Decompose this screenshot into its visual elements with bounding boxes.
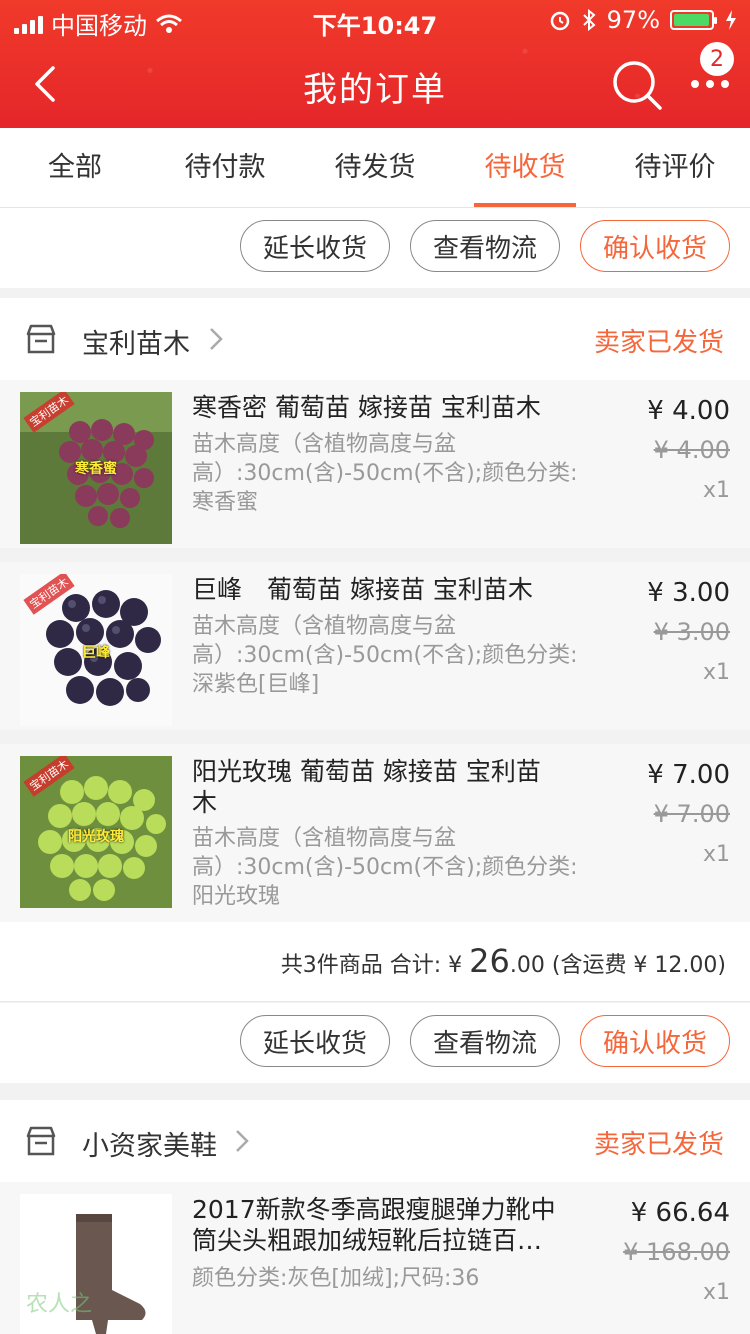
product-image: 农人之 [20,1194,172,1334]
summary-total-dec: .00 [509,953,545,978]
charging-icon [726,10,736,30]
order-summary: 共3件商品 合计: ¥ 26.00 (含运费 ¥ 12.00) [0,922,750,1002]
order-total: 共3件商品 合计: ¥ 26.00 (含运费 ¥ 12.00) [281,942,726,980]
order-status: 卖家已发货 [593,1130,724,1160]
store-icon [26,1126,56,1156]
alarm-icon [550,11,569,31]
product-original-price: ¥ 168.00 [623,1238,730,1266]
shop-header[interactable]: 小资家美鞋 卖家已发货 [0,1100,750,1182]
product-price: ¥ 4.00 [647,396,730,426]
view-logistics-button[interactable]: 查看物流 [410,220,560,272]
nav-bar: 我的订单 [0,40,750,128]
product-image: 宝利苗木 阳光玫瑰 [20,756,172,908]
order-tabs: 全部 待付款 待发货 待收货 待评价 [0,128,750,208]
search-button[interactable] [610,56,666,112]
back-button[interactable] [20,54,70,114]
product-quantity: x1 [702,660,730,685]
product-original-price: ¥ 3.00 [653,618,730,646]
product-original-price: ¥ 4.00 [653,436,730,464]
product-quantity: x1 [702,842,730,867]
thumb-label: 阳光玫瑰 [68,829,124,845]
order-item[interactable]: 农人之 2017新款冬季高跟瘦腿弹力靴中筒尖头粗跟加绒短靴后拉链百… 颜色分类:… [0,1182,750,1334]
watermark-text: 农人之 [26,1292,93,1317]
product-quantity: x1 [702,1280,730,1305]
tab-all[interactable]: 全部 [0,128,150,207]
product-quantity: x1 [702,478,730,503]
order-actions: 延长收货 查看物流 确认收货 [0,1003,750,1083]
thumb-label: 巨峰 [82,645,110,661]
store-icon [26,324,56,354]
search-icon [613,61,662,110]
confirm-receipt-button[interactable]: 确认收货 [580,1015,730,1067]
order-item[interactable]: 宝利苗木 寒香蜜 寒香密 葡萄苗 嫁接苗 宝利苗木 苗木高度（含植物高度与盆高）… [0,380,750,548]
product-image: 宝利苗木 寒香蜜 [20,392,172,544]
chevron-left-icon [35,66,55,102]
shop-name: 小资家美鞋 [82,1131,217,1162]
message-badge: 2 [700,42,734,76]
chevron-right-icon [210,328,223,350]
product-original-price: ¥ 7.00 [653,800,730,828]
app-header: 中国移动 下午10:47 97% 我的订单 [0,0,750,128]
bluetooth-icon [582,8,596,32]
view-logistics-button[interactable]: 查看物流 [410,1015,560,1067]
battery-icon [670,10,717,30]
tab-pending-review[interactable]: 待评价 [600,128,750,207]
product-title: 寒香密 葡萄苗 嫁接苗 宝利苗木 [192,393,541,422]
order-item[interactable]: 宝利苗木 巨峰 巨峰 葡萄苗 嫁接苗 宝利苗木 苗木高度（含植物高度与盆高）:3… [0,562,750,730]
order-item[interactable]: 宝利苗木 阳光玫瑰 阳光玫瑰 葡萄苗 嫁接苗 宝利苗木 苗木高度（含植物高度与盆… [0,744,750,922]
order-actions-prev: 延长收货 查看物流 确认收货 [0,208,750,288]
extend-receipt-button[interactable]: 延长收货 [240,220,390,272]
chevron-right-icon [236,1130,249,1152]
status-bar: 中国移动 下午10:47 97% [0,0,750,40]
product-price: ¥ 66.64 [630,1198,730,1228]
status-right: 97% [549,6,738,34]
product-title: 阳光玫瑰 葡萄苗 嫁接苗 宝利苗木 [192,757,541,817]
thumb-label: 寒香蜜 [75,461,117,477]
product-sku: 苗木高度（含植物高度与盆高）:30cm(含)-50cm(不含);颜色分类:寒香蜜 [192,432,578,515]
product-price: ¥ 3.00 [647,578,730,608]
product-title: 2017新款冬季高跟瘦腿弹力靴中筒尖头粗跟加绒短靴后拉链百… [192,1195,556,1255]
summary-count: 共3件商品 合计: ¥ [280,953,463,978]
product-sku: 颜色分类:灰色[加绒];尺码:36 [192,1266,480,1291]
tab-pending-receipt[interactable]: 待收货 [450,128,600,207]
product-sku: 苗木高度（含植物高度与盆高）:30cm(含)-50cm(不含);颜色分类:阳光玫… [192,826,578,909]
summary-total-int: 26 [469,942,510,980]
confirm-receipt-button[interactable]: 确认收货 [580,220,730,272]
extend-receipt-button[interactable]: 延长收货 [240,1015,390,1067]
shop-name: 宝利苗木 [82,329,190,360]
product-price: ¥ 7.00 [647,760,730,790]
summary-shipping: (含运费 ¥ 12.00) [551,953,726,978]
product-sku: 苗木高度（含植物高度与盆高）:30cm(含)-50cm(不含);颜色分类:深紫色… [192,614,578,697]
product-image: 宝利苗木 巨峰 [20,574,172,726]
tab-pending-payment[interactable]: 待付款 [150,128,300,207]
product-title: 巨峰 葡萄苗 嫁接苗 宝利苗木 [192,575,533,604]
battery-percent: 97% [606,6,660,34]
shop-header[interactable]: 宝利苗木 卖家已发货 [0,298,750,380]
tab-pending-shipment[interactable]: 待发货 [300,128,450,207]
order-status: 卖家已发货 [593,328,724,358]
battery-fill [674,14,709,26]
more-dots-icon [691,80,729,88]
